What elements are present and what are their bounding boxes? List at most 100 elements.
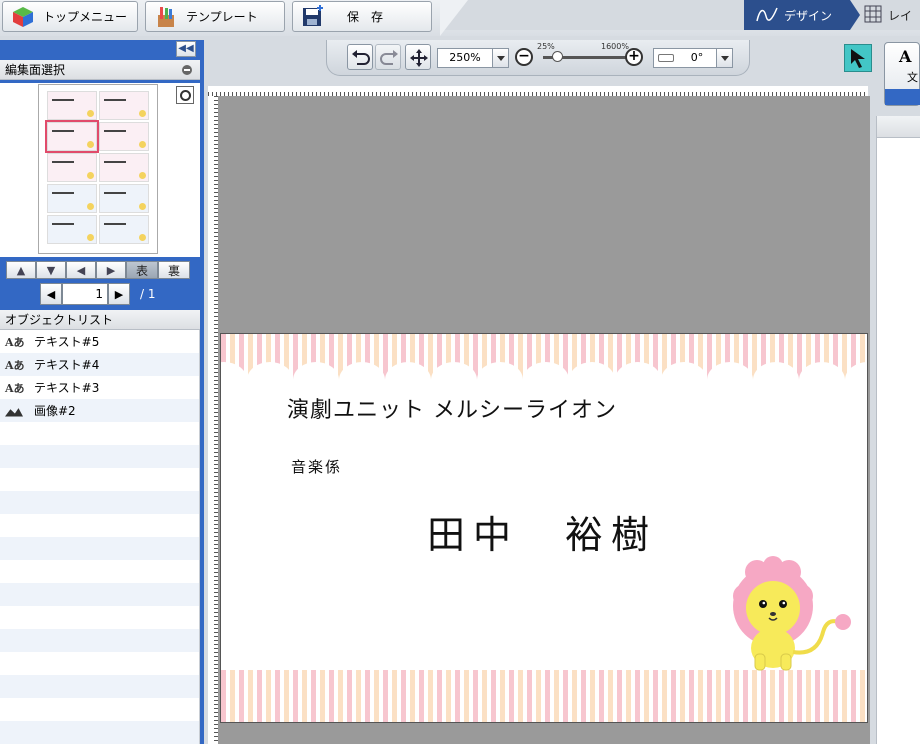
prev-page-button[interactable]: ◀	[40, 283, 62, 305]
business-card-page[interactable]: 演劇ユニット メルシーライオン 音楽係 田中 裕樹	[220, 333, 868, 723]
bottom-stripe-border	[221, 670, 867, 722]
scallop-edge	[221, 362, 867, 398]
undo-button[interactable]	[347, 44, 373, 70]
zoom-slider-knob[interactable]	[552, 51, 563, 62]
object-label: テキスト#3	[34, 381, 100, 395]
face-back-button[interactable]: 裏	[158, 261, 190, 279]
nav-right-button[interactable]: ▶	[96, 261, 126, 279]
list-item-empty	[0, 514, 200, 537]
zoom-max-label: 1600%	[601, 42, 629, 51]
page-number-input[interactable]: 1	[62, 283, 108, 305]
thumb-card[interactable]	[47, 153, 97, 182]
cube-icon	[11, 5, 35, 29]
nav-up-button[interactable]: ▲	[6, 261, 36, 279]
list-item-empty	[0, 629, 200, 652]
tab-design[interactable]: デザイン	[744, 0, 860, 30]
grid-icon	[864, 5, 882, 26]
list-item-empty	[0, 422, 200, 445]
list-item[interactable]: Aあ テキスト#4	[0, 353, 200, 376]
list-item-empty	[0, 560, 200, 583]
zoom-in-icon[interactable]: +	[625, 48, 643, 66]
list-item[interactable]: 画像#2	[0, 399, 200, 422]
thumb-card[interactable]	[99, 184, 149, 213]
move-icon	[410, 49, 428, 67]
list-item-empty	[0, 468, 200, 491]
left-panel: ◀◀ 編集面選択 ▲ ▼ ◀ ▶ 表 裏 ◀ 1 ▶ / 1 オブジェクトリスト…	[0, 40, 204, 744]
object-label: 画像#2	[34, 404, 76, 418]
thumb-card[interactable]	[99, 122, 149, 151]
object-label: テキスト#4	[34, 358, 100, 372]
nav-down-button[interactable]: ▼	[36, 261, 66, 279]
text-tool-button[interactable]: A 文	[884, 42, 920, 106]
tab-layout-label: レイ	[888, 8, 913, 23]
minus-icon[interactable]	[182, 65, 192, 75]
next-page-button[interactable]: ▶	[108, 283, 130, 305]
top-menu-label: トップメニュー	[43, 10, 128, 24]
zoom-select[interactable]: 250%	[437, 48, 509, 68]
list-item-empty	[0, 583, 200, 606]
text-icon: Aあ	[5, 381, 25, 395]
move-tool-button[interactable]	[405, 44, 431, 70]
object-list: Aあ テキスト#5 Aあ テキスト#4 Aあ テキスト#3 画像#2	[0, 330, 200, 744]
thumbnail-area	[0, 83, 200, 257]
thumb-card[interactable]	[99, 215, 149, 244]
right-panel	[876, 116, 920, 744]
tab-layout[interactable]: レイ	[858, 0, 920, 30]
thumb-card[interactable]	[47, 91, 97, 120]
text-icon: Aあ	[5, 358, 25, 372]
left-panel-header: ◀◀	[0, 40, 200, 60]
ruler-horizontal	[208, 86, 868, 96]
text-tool-dropdown[interactable]	[885, 89, 920, 105]
chevron-down-icon[interactable]	[716, 49, 732, 67]
thumbnail-nav: ▲ ▼ ◀ ▶ 表 裏	[6, 261, 190, 279]
list-item-empty	[0, 445, 200, 468]
tab-design-label: デザイン	[784, 8, 833, 23]
edit-face-title: 編集面選択	[0, 60, 200, 80]
thumb-card[interactable]	[99, 153, 149, 182]
edit-face-title-text: 編集面選択	[5, 63, 66, 77]
zoom-slider[interactable]: 25% 1600%	[537, 42, 633, 62]
text-tool-icon: A	[899, 47, 912, 66]
undo-icon	[352, 50, 370, 65]
zoom-value: 250%	[449, 51, 481, 64]
role-text[interactable]: 音楽係	[291, 456, 342, 477]
thumb-card[interactable]	[99, 91, 149, 120]
sheet-thumbnail[interactable]	[38, 84, 158, 254]
rotation-select[interactable]: 0°	[653, 48, 733, 68]
list-item-empty	[0, 698, 200, 721]
list-item-empty	[0, 675, 200, 698]
list-item[interactable]: Aあ テキスト#3	[0, 376, 200, 399]
save-button[interactable]: 保 存	[292, 1, 432, 32]
pointer-tool-button[interactable]	[844, 44, 872, 72]
main-toolbar: トップメニュー テンプレート 保 存 デザイン レイ	[0, 0, 920, 36]
pen-curve-icon	[756, 6, 778, 25]
zoom-min-label: 25%	[537, 42, 555, 51]
chevron-down-icon[interactable]	[492, 49, 508, 67]
list-item-empty	[0, 537, 200, 560]
thumb-card-selected[interactable]	[45, 120, 99, 153]
rotation-swatch-icon	[658, 54, 674, 62]
magnify-icon[interactable]	[176, 86, 194, 104]
template-button[interactable]: テンプレート	[145, 1, 285, 32]
list-item[interactable]: Aあ テキスト#5	[0, 330, 200, 353]
save-label: 保 存	[347, 10, 384, 24]
redo-button[interactable]	[375, 44, 401, 70]
rotation-value: 0°	[690, 51, 704, 64]
list-item-empty	[0, 721, 200, 744]
thumb-card[interactable]	[47, 184, 97, 213]
ruler-vertical	[208, 96, 218, 744]
page-selector: ◀ 1 ▶ / 1	[40, 283, 156, 305]
image-icon	[5, 408, 23, 417]
right-panel-header	[877, 116, 920, 138]
thumb-card[interactable]	[47, 215, 97, 244]
face-front-button[interactable]: 表	[126, 261, 158, 279]
zoom-out-icon[interactable]: −	[515, 48, 533, 66]
nav-left-button[interactable]: ◀	[66, 261, 96, 279]
lion-image[interactable]	[727, 556, 865, 674]
mode-tabs: デザイン レイ	[440, 0, 920, 36]
company-text[interactable]: 演劇ユニット メルシーライオン	[287, 392, 617, 424]
name-text[interactable]: 田中 裕樹	[427, 504, 657, 559]
collapse-panel-button[interactable]: ◀◀	[176, 41, 196, 57]
top-menu-button[interactable]: トップメニュー	[2, 1, 138, 32]
text-tool-label: 文	[907, 71, 918, 84]
